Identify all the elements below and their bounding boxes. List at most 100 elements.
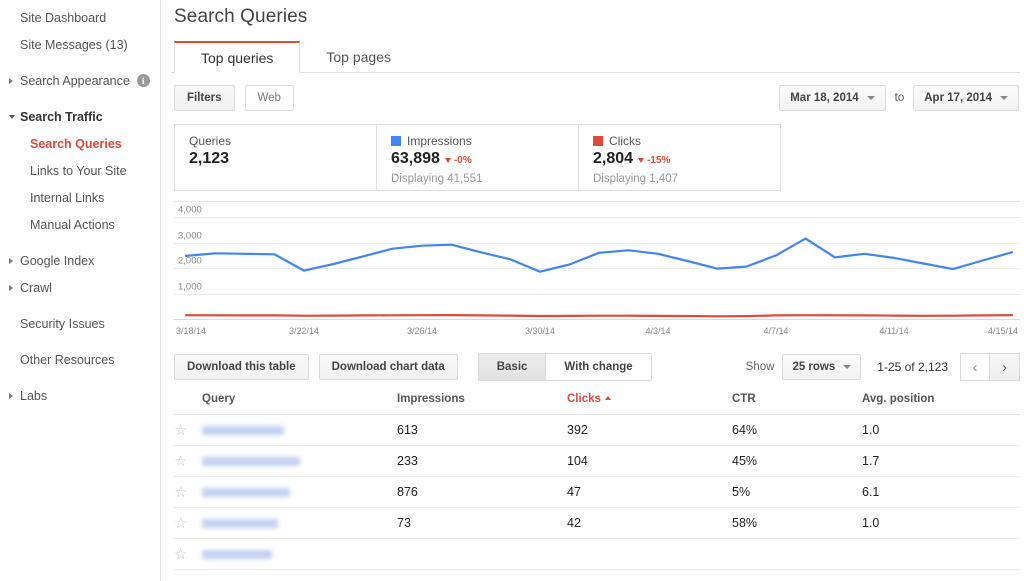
- prev-page-button[interactable]: ‹: [960, 353, 990, 381]
- summary-impressions-header: Impressions: [391, 134, 578, 148]
- sidebar-item-label: Search Appearance: [20, 73, 130, 88]
- sidebar-item-other-resources[interactable]: Other Resources: [0, 346, 160, 373]
- sidebar-item-crawl[interactable]: Crawl: [0, 274, 160, 301]
- column-avg-position-label: Avg. position: [862, 393, 935, 405]
- row-query-cell[interactable]: [202, 507, 397, 539]
- redacted-query-text: [202, 457, 300, 467]
- sidebar-item-label: Manual Actions: [30, 217, 115, 232]
- date-to-button[interactable]: Apr 17, 2014: [913, 85, 1019, 111]
- chart-x-tick-label: 4/11/14: [879, 326, 908, 336]
- chart-y-tick-label: 4,000: [178, 205, 202, 216]
- redacted-query-text: [202, 519, 278, 529]
- star-icon[interactable]: ☆: [174, 516, 187, 531]
- traffic-chart-svg: 1,000 2,000 3,000 4,000 3/18/14 3/22/14 3/26/1…: [174, 201, 1020, 336]
- rows-per-page-select[interactable]: 25 rows: [782, 354, 862, 380]
- summary-impressions-delta-text: -0%: [453, 154, 472, 166]
- chart-x-tick-label: 4/3/14: [645, 326, 670, 336]
- star-icon[interactable]: ☆: [174, 547, 187, 562]
- sidebar-item-search-queries[interactable]: Search Queries: [0, 130, 160, 157]
- sidebar-item-label: Search Queries: [30, 136, 122, 151]
- sidebar-item-label: Security Issues: [20, 316, 105, 331]
- date-to-word: to: [894, 92, 905, 104]
- tab-top-pages[interactable]: Top pages: [300, 41, 417, 72]
- table-row[interactable]: ☆ 73 42 58% 1.0: [174, 507, 1020, 539]
- row-query-cell[interactable]: [202, 414, 397, 446]
- sidebar-item-label: Search Traffic: [20, 109, 103, 124]
- star-icon[interactable]: ☆: [174, 423, 187, 438]
- sidebar-item-search-appearance[interactable]: Search Appearance i: [0, 67, 160, 94]
- filters-button[interactable]: Filters: [174, 85, 235, 111]
- sidebar-item-label: Crawl: [20, 280, 52, 295]
- queries-table-head: Query Impressions Clicks CTR Avg. positi…: [174, 393, 1020, 415]
- row-query-cell[interactable]: [202, 445, 397, 477]
- row-clicks-cell: 47: [567, 476, 732, 508]
- sidebar-item-internal-links[interactable]: Internal Links: [0, 184, 160, 211]
- chart-x-tick-label: 4/15/14: [988, 326, 1018, 336]
- sidebar-item-label: Site Messages (13): [20, 37, 128, 52]
- row-query-cell[interactable]: [202, 538, 397, 570]
- row-ctr-cell: 58%: [732, 507, 862, 539]
- sidebar-item-manual-actions[interactable]: Manual Actions: [0, 211, 160, 238]
- chart-line-clicks: [184, 314, 1014, 318]
- sidebar-item-site-messages-13[interactable]: Site Messages (13): [0, 31, 160, 58]
- column-impressions[interactable]: Impressions: [397, 393, 567, 415]
- chevron-down-icon: [843, 365, 852, 369]
- sidebar-item-label: Google Index: [20, 253, 95, 268]
- chart-x-tick-label: 3/30/14: [525, 326, 555, 336]
- table-row[interactable]: ☆ 876 47 5% 6.1: [174, 476, 1020, 508]
- summary-panel: Queries 2,123 Impressions 63,898 -0% Dis…: [174, 124, 781, 191]
- tab-top-queries-label: Top queries: [201, 49, 274, 66]
- date-range-picker: Mar 18, 2014 to Apr 17, 2014: [779, 85, 1019, 111]
- tab-bar: Top queries Top pages: [171, 41, 1020, 73]
- tab-top-queries[interactable]: Top queries: [174, 41, 301, 73]
- date-from-button[interactable]: Mar 18, 2014: [779, 85, 886, 111]
- column-clicks[interactable]: Clicks: [567, 393, 732, 415]
- row-impressions-cell: 233: [397, 445, 567, 477]
- chevron-down-icon: [866, 96, 875, 100]
- chevron-right-icon: [9, 77, 13, 84]
- summary-queries-label: Queries: [189, 134, 232, 148]
- table-row[interactable]: ☆ 613 392 64% 1.0: [174, 414, 1020, 446]
- column-ctr[interactable]: CTR: [732, 393, 862, 415]
- download-chart-data-button[interactable]: Download chart data: [318, 354, 458, 380]
- table-header-row: Query Impressions Clicks CTR Avg. positi…: [174, 393, 1020, 415]
- row-query-cell[interactable]: [202, 476, 397, 508]
- summary-queries-value: 2,123: [189, 150, 230, 167]
- toolbar: Filters Web Mar 18, 2014 to Apr 17, 2014: [171, 85, 1020, 111]
- star-icon[interactable]: ☆: [174, 454, 187, 469]
- web-button[interactable]: Web: [244, 85, 294, 111]
- sidebar-item-label: Other Resources: [20, 352, 115, 367]
- star-icon[interactable]: ☆: [174, 485, 187, 500]
- row-impressions-cell: 876: [397, 476, 567, 508]
- sidebar-item-labs[interactable]: Labs: [0, 382, 160, 409]
- clicks-color-swatch-icon: [593, 136, 603, 146]
- table-row[interactable]: ☆ 233 104 45% 1.7: [174, 445, 1020, 477]
- column-avg-position[interactable]: Avg. position: [862, 393, 1020, 415]
- column-query[interactable]: Query: [202, 393, 397, 415]
- row-star-cell: ☆: [174, 476, 202, 508]
- summary-clicks-value: 2,804: [593, 150, 634, 167]
- sort-ascending-icon: [604, 396, 611, 400]
- row-star-cell: ☆: [174, 445, 202, 477]
- view-mode-basic[interactable]: Basic: [478, 354, 546, 380]
- sidebar-item-security-issues[interactable]: Security Issues: [0, 310, 160, 337]
- column-clicks-label: Clicks: [567, 393, 601, 405]
- sidebar-item-search-traffic[interactable]: Search Traffic: [0, 103, 160, 130]
- sidebar-item-links-to-your-site[interactable]: Links to Your Site: [0, 157, 160, 184]
- info-icon[interactable]: i: [136, 74, 150, 87]
- chevron-down-icon: [9, 114, 15, 119]
- row-avg-position-cell: 1.0: [862, 507, 1020, 539]
- table-row[interactable]: ☆: [174, 538, 1020, 570]
- view-mode-with-change[interactable]: With change: [545, 354, 651, 380]
- main-content: Search Queries Top queries Top pages Fil…: [161, 0, 1024, 581]
- queries-table-body: ☆ 613 392 64% 1.0 ☆ 233 104 45% 1.7 ☆ 876 47 5% 6.1 ☆ 73…: [174, 414, 1020, 570]
- row-avg-position-cell: 1.0: [862, 414, 1020, 446]
- download-table-button[interactable]: Download this table: [174, 354, 309, 380]
- next-page-button[interactable]: ›: [990, 353, 1020, 381]
- sidebar-item-site-dashboard[interactable]: Site Dashboard: [0, 4, 160, 31]
- sidebar-item-google-index[interactable]: Google Index: [0, 247, 160, 274]
